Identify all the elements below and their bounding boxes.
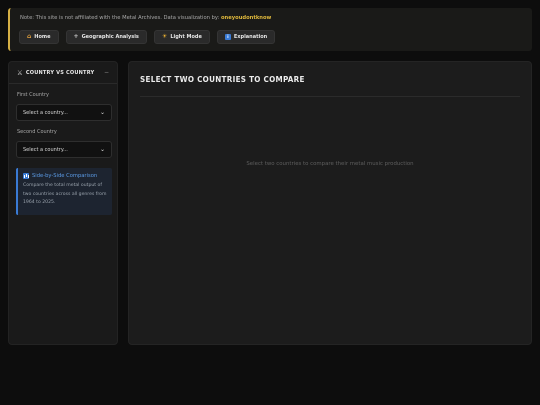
geographic-analysis-button[interactable]: + Geographic Analysis xyxy=(65,30,147,44)
second-country-select[interactable]: Select a country... ⌄ xyxy=(16,141,112,158)
disclaimer-banner: Note: This site is not affiliated with t… xyxy=(8,8,532,51)
sidebar-title: ⚔ COUNTRY VS COUNTRY xyxy=(17,69,94,77)
plus-icon: + xyxy=(73,33,79,40)
sun-icon: ☀ xyxy=(161,33,168,40)
nav-bar: ⌂ Home + Geographic Analysis ☀ Light Mod… xyxy=(19,30,276,44)
explanation-button[interactable]: i Explanation xyxy=(216,30,276,44)
comparison-sidebar: ⚔ COUNTRY VS COUNTRY − First Country Sel… xyxy=(8,61,118,345)
comparison-panel: SELECT TWO COUNTRIES TO COMPARE Select t… xyxy=(128,61,532,345)
home-button[interactable]: ⌂ Home xyxy=(19,30,59,44)
disclaimer-text: Note: This site is not affiliated with t… xyxy=(20,15,220,21)
second-country-value: Select a country... xyxy=(23,146,68,153)
bar-chart-icon xyxy=(23,173,29,179)
info-box-title-text: Side-by-Side Comparison xyxy=(32,173,98,179)
first-country-value: Select a country... xyxy=(23,109,68,116)
chevron-down-icon: ⌄ xyxy=(99,109,105,116)
info-icon: i xyxy=(224,34,231,40)
info-box-text: Compare the total metal output of two co… xyxy=(23,183,107,205)
collapse-icon[interactable]: − xyxy=(104,69,109,76)
light-mode-button[interactable]: ☀ Light Mode xyxy=(153,30,210,44)
light-mode-label: Light Mode xyxy=(170,34,202,40)
panel-header: SELECT TWO COUNTRIES TO COMPARE xyxy=(140,62,520,97)
author-link[interactable]: oneyoudontknow xyxy=(221,15,271,21)
home-icon: ⌂ xyxy=(27,33,32,40)
first-country-select[interactable]: Select a country... ⌄ xyxy=(16,104,112,121)
panel-title: SELECT TWO COUNTRIES TO COMPARE xyxy=(140,74,305,84)
empty-state-message: Select two countries to compare their me… xyxy=(246,161,414,167)
sidebar-header[interactable]: ⚔ COUNTRY VS COUNTRY − xyxy=(9,62,117,84)
sidebar-title-text: COUNTRY VS COUNTRY xyxy=(25,69,95,76)
comparison-info-box: Side-by-Side Comparison Compare the tota… xyxy=(16,168,112,215)
home-label: Home xyxy=(34,34,51,40)
disclaimer-note: Note: This site is not affiliated with t… xyxy=(20,14,522,22)
explanation-label: Explanation xyxy=(233,34,268,40)
geographic-analysis-label: Geographic Analysis xyxy=(81,34,139,40)
first-country-label: First Country xyxy=(17,92,49,98)
second-country-label: Second Country xyxy=(17,129,57,135)
chevron-down-icon: ⌄ xyxy=(99,146,105,153)
crossed-swords-icon: ⚔ xyxy=(17,68,23,77)
info-box-title: Side-by-Side Comparison xyxy=(23,173,107,179)
